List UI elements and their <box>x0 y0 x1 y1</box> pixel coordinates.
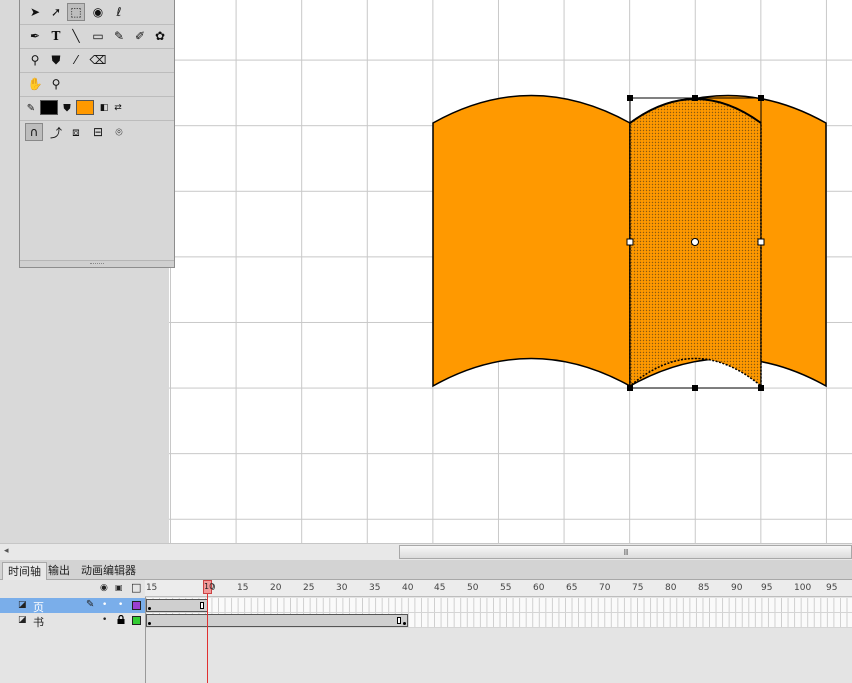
snap-magnet-icon[interactable]: ∩ <box>25 123 43 141</box>
playhead-current-frame[interactable]: 10 <box>203 580 215 594</box>
rectangle-icon[interactable]: ▭ <box>89 27 107 45</box>
layer-icon: ◪ <box>18 615 27 625</box>
brush-icon[interactable]: ✐ <box>131 27 149 45</box>
pencil-icon[interactable]: ✎ <box>110 27 128 45</box>
ruler-frame-number: 60 <box>533 583 545 593</box>
ruler-frame-number: 55 <box>500 583 512 593</box>
bone-icon[interactable]: ⚲ <box>26 51 44 69</box>
tools-row-draw: ✒ T ╲ ▭ ✎ ✐ ✿ <box>20 24 174 49</box>
layer-outline-color[interactable] <box>132 601 141 610</box>
span-end-frame[interactable] <box>397 617 401 624</box>
layer-outline-color[interactable] <box>132 616 141 625</box>
eye-icon[interactable]: ◉ <box>100 583 108 593</box>
outline-icon[interactable]: □ <box>131 581 141 594</box>
tab-timeline[interactable]: 时间轴 <box>2 562 47 580</box>
layer-locked-icon[interactable] <box>117 614 125 624</box>
tools-row-paint: ⚲ ⛊ ⁄ ⌫ <box>20 48 174 73</box>
straighten-icon[interactable]: ⧈ <box>67 123 85 141</box>
eraser-icon[interactable]: ⌫ <box>89 51 107 69</box>
ruler-frame-number: 5 <box>151 583 158 593</box>
eyedropper-icon[interactable]: ⁄ <box>67 51 85 69</box>
option-a-icon[interactable]: ⊟ <box>89 123 107 141</box>
book-left-page[interactable] <box>432 94 631 388</box>
lasso-icon[interactable]: ℓ <box>110 3 128 21</box>
text-tool-icon[interactable]: T <box>47 27 65 45</box>
ruler-frame-number: 45 <box>434 583 446 593</box>
timeline-panel: ◉ ▣ □ 1510152025303540455055606570758085… <box>0 580 852 683</box>
tools-row-view: ✋ ⚲ <box>20 72 174 97</box>
option-b-icon[interactable]: ⌾ <box>110 123 128 141</box>
horizontal-scrollbar[interactable]: ◂ III <box>0 543 852 560</box>
smooth-icon[interactable]: ⤴ <box>47 123 65 141</box>
paint-bucket-icon[interactable]: ⛊ <box>47 51 65 69</box>
transform-pivot-point[interactable] <box>691 238 699 246</box>
tab-motion-editor[interactable]: 动画编辑器 <box>76 562 141 580</box>
layer-icon: ◪ <box>18 600 27 610</box>
tools-row-options: ∩ ⤴ ⧈ ⊟ ⌾ <box>20 120 174 144</box>
keyframe[interactable] <box>403 622 406 625</box>
ruler-frame-number: 70 <box>599 583 611 593</box>
layer-row-page[interactable]: ◪ 页 ✎ • • <box>0 598 145 614</box>
layer-name[interactable]: 书 <box>33 614 44 630</box>
panel-tab-bar: 时间轴 输出 动画编辑器 <box>0 560 852 580</box>
layer-row-book[interactable]: ◪ 书 • <box>0 613 145 630</box>
ruler-frame-number: 100 <box>794 583 812 593</box>
tools-panel-resize-grip[interactable] <box>20 260 174 267</box>
lock-dot[interactable]: • <box>118 600 123 610</box>
stroke-pencil-icon: ✎ <box>26 102 36 114</box>
lock-icon[interactable]: ▣ <box>115 583 123 592</box>
pen-icon[interactable]: ✒ <box>26 27 44 45</box>
stroke-color-swatch[interactable] <box>40 100 58 115</box>
ruler-frame-number: 40 <box>402 583 414 593</box>
ruler-frame-number: 85 <box>698 583 710 593</box>
visibility-dot[interactable]: • <box>102 600 107 610</box>
swap-colors-icon[interactable]: ⇄ <box>109 99 127 117</box>
frame-row-book[interactable] <box>146 613 852 628</box>
ruler-frame-number: 30 <box>336 583 348 593</box>
ruler-frame-number: 75 <box>632 583 644 593</box>
fill-color-swatch[interactable] <box>76 100 94 115</box>
visibility-dot[interactable]: • <box>102 615 107 625</box>
ruler-frame-number: 50 <box>467 583 479 593</box>
tools-row-colors: ✎ ⛊ ◧ ⇄ <box>20 96 174 121</box>
3d-rotation-icon[interactable]: ◉ <box>89 3 107 21</box>
frame-grid[interactable] <box>145 597 852 683</box>
hand-icon[interactable]: ✋ <box>26 75 44 93</box>
ruler-frame-number: 80 <box>665 583 677 593</box>
deco-icon[interactable]: ✿ <box>151 27 169 45</box>
scroll-left-arrow-icon[interactable]: ◂ <box>4 546 9 556</box>
layer-edit-pencil-icon: ✎ <box>86 599 95 610</box>
current-frame-number: 10 <box>204 582 215 591</box>
keyframe[interactable] <box>148 607 151 610</box>
ruler-frame-number: 65 <box>566 583 578 593</box>
ruler-frame-number: 95 <box>761 583 773 593</box>
ruler-frame-number: 90 <box>731 583 743 593</box>
ruler-frame-number: 35 <box>369 583 381 593</box>
ruler-frame-number: 95 <box>826 583 838 593</box>
fill-bucket-icon: ⛊ <box>63 102 71 114</box>
tools-panel: ➤ ➚ ⬚ ◉ ℓ ✒ T ╲ ▭ ✎ ✐ ✿ ⚲ ⛊ ⁄ ⌫ ✋ ⚲ ✎ ⛊ … <box>19 0 175 268</box>
frame-span[interactable] <box>146 614 408 627</box>
keyframe[interactable] <box>148 622 151 625</box>
frame-span[interactable] <box>146 599 208 612</box>
layer-header: ◉ ▣ □ <box>0 580 145 597</box>
ruler-frame-number: 20 <box>270 583 282 593</box>
free-transform-icon[interactable]: ⬚ <box>67 3 85 21</box>
subselection-arrow-icon[interactable]: ➚ <box>47 3 65 21</box>
tab-output[interactable]: 输出 <box>43 562 75 580</box>
playhead-line <box>207 580 208 683</box>
line-icon[interactable]: ╲ <box>67 27 85 45</box>
scrollbar-grip: III <box>623 547 628 557</box>
frame-ruler[interactable]: 1510152025303540455055606570758085909510… <box>145 580 852 597</box>
tools-row-selection: ➤ ➚ ⬚ ◉ ℓ <box>20 0 174 25</box>
span-end-frame[interactable] <box>200 602 204 609</box>
scrollbar-thumb[interactable]: III <box>399 545 852 559</box>
frame-row-page[interactable] <box>146 598 852 613</box>
zoom-icon[interactable]: ⚲ <box>47 75 65 93</box>
ruler-frame-number: 15 <box>237 583 249 593</box>
ruler-frame-number: 25 <box>303 583 315 593</box>
selection-arrow-icon[interactable]: ➤ <box>26 3 44 21</box>
